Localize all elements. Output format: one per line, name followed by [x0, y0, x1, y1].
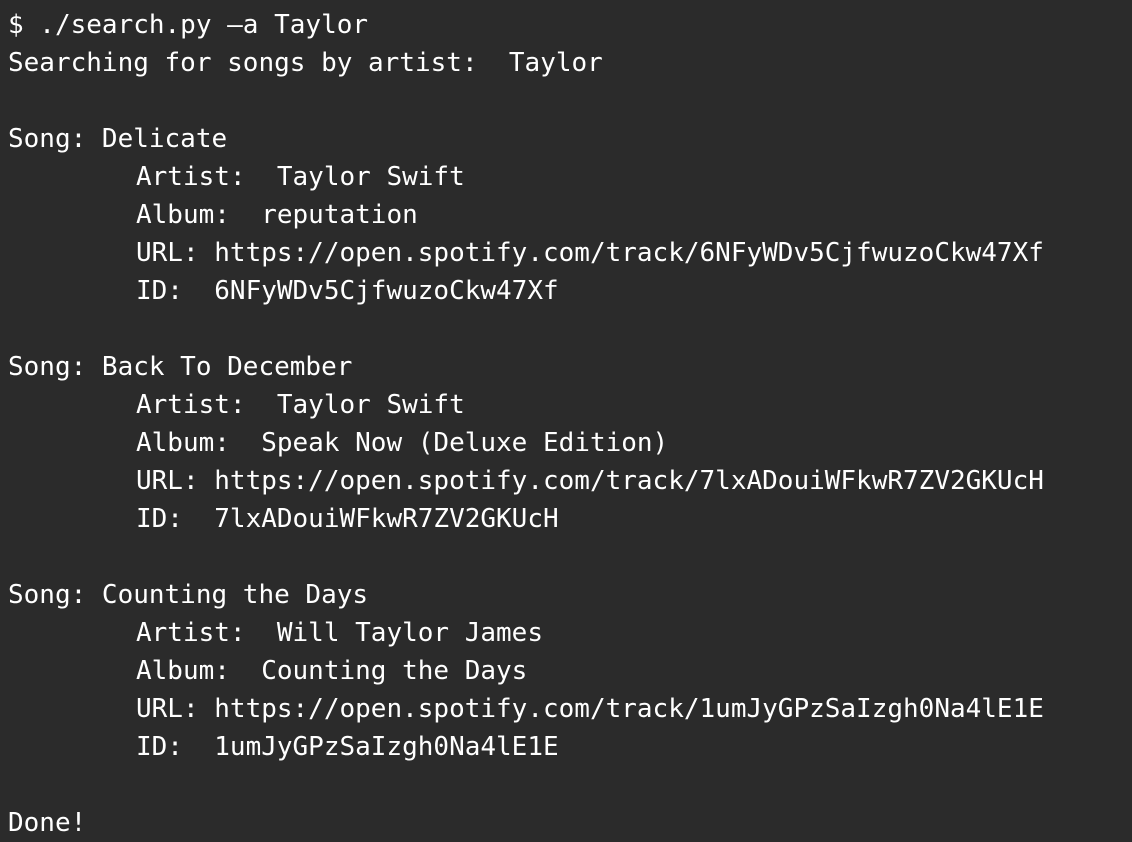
- result-artist: Artist: Will Taylor James: [136, 618, 543, 648]
- result-album: Album: Counting the Days: [136, 656, 528, 686]
- result-block: Song: Counting the Days Artist: Will Tay…: [8, 576, 1132, 766]
- result-album: Album: Speak Now (Deluxe Edition): [136, 428, 669, 458]
- terminal-window[interactable]: $ ./search.py –a Taylor Searching for so…: [0, 0, 1132, 842]
- result-song: Song: Counting the Days: [8, 580, 369, 610]
- result-url: URL: https://open.spotify.com/track/1umJ…: [136, 694, 1044, 724]
- result-album: Album: reputation: [136, 200, 418, 230]
- result-id: ID: 1umJyGPzSaIzgh0Na4lE1E: [136, 732, 559, 762]
- result-artist: Artist: Taylor Swift: [136, 162, 465, 192]
- done-line: Done!: [8, 808, 87, 838]
- result-artist: Artist: Taylor Swift: [136, 390, 465, 420]
- result-url: URL: https://open.spotify.com/track/6NFy…: [136, 238, 1044, 268]
- result-id: ID: 7lxADouiWFkwR7ZV2GKUcH: [136, 504, 559, 534]
- result-id: ID: 6NFyWDv5CjfwuzoCkw47Xf: [136, 276, 559, 306]
- command-line: $ ./search.py –a Taylor: [8, 10, 369, 40]
- search-status-line: Searching for songs by artist: Taylor: [8, 48, 603, 78]
- result-block: Song: Delicate Artist: Taylor Swift Albu…: [8, 120, 1132, 310]
- result-block: Song: Back To December Artist: Taylor Sw…: [8, 348, 1132, 538]
- result-song: Song: Back To December: [8, 352, 353, 382]
- result-url: URL: https://open.spotify.com/track/7lxA…: [136, 466, 1044, 496]
- result-song: Song: Delicate: [8, 124, 228, 154]
